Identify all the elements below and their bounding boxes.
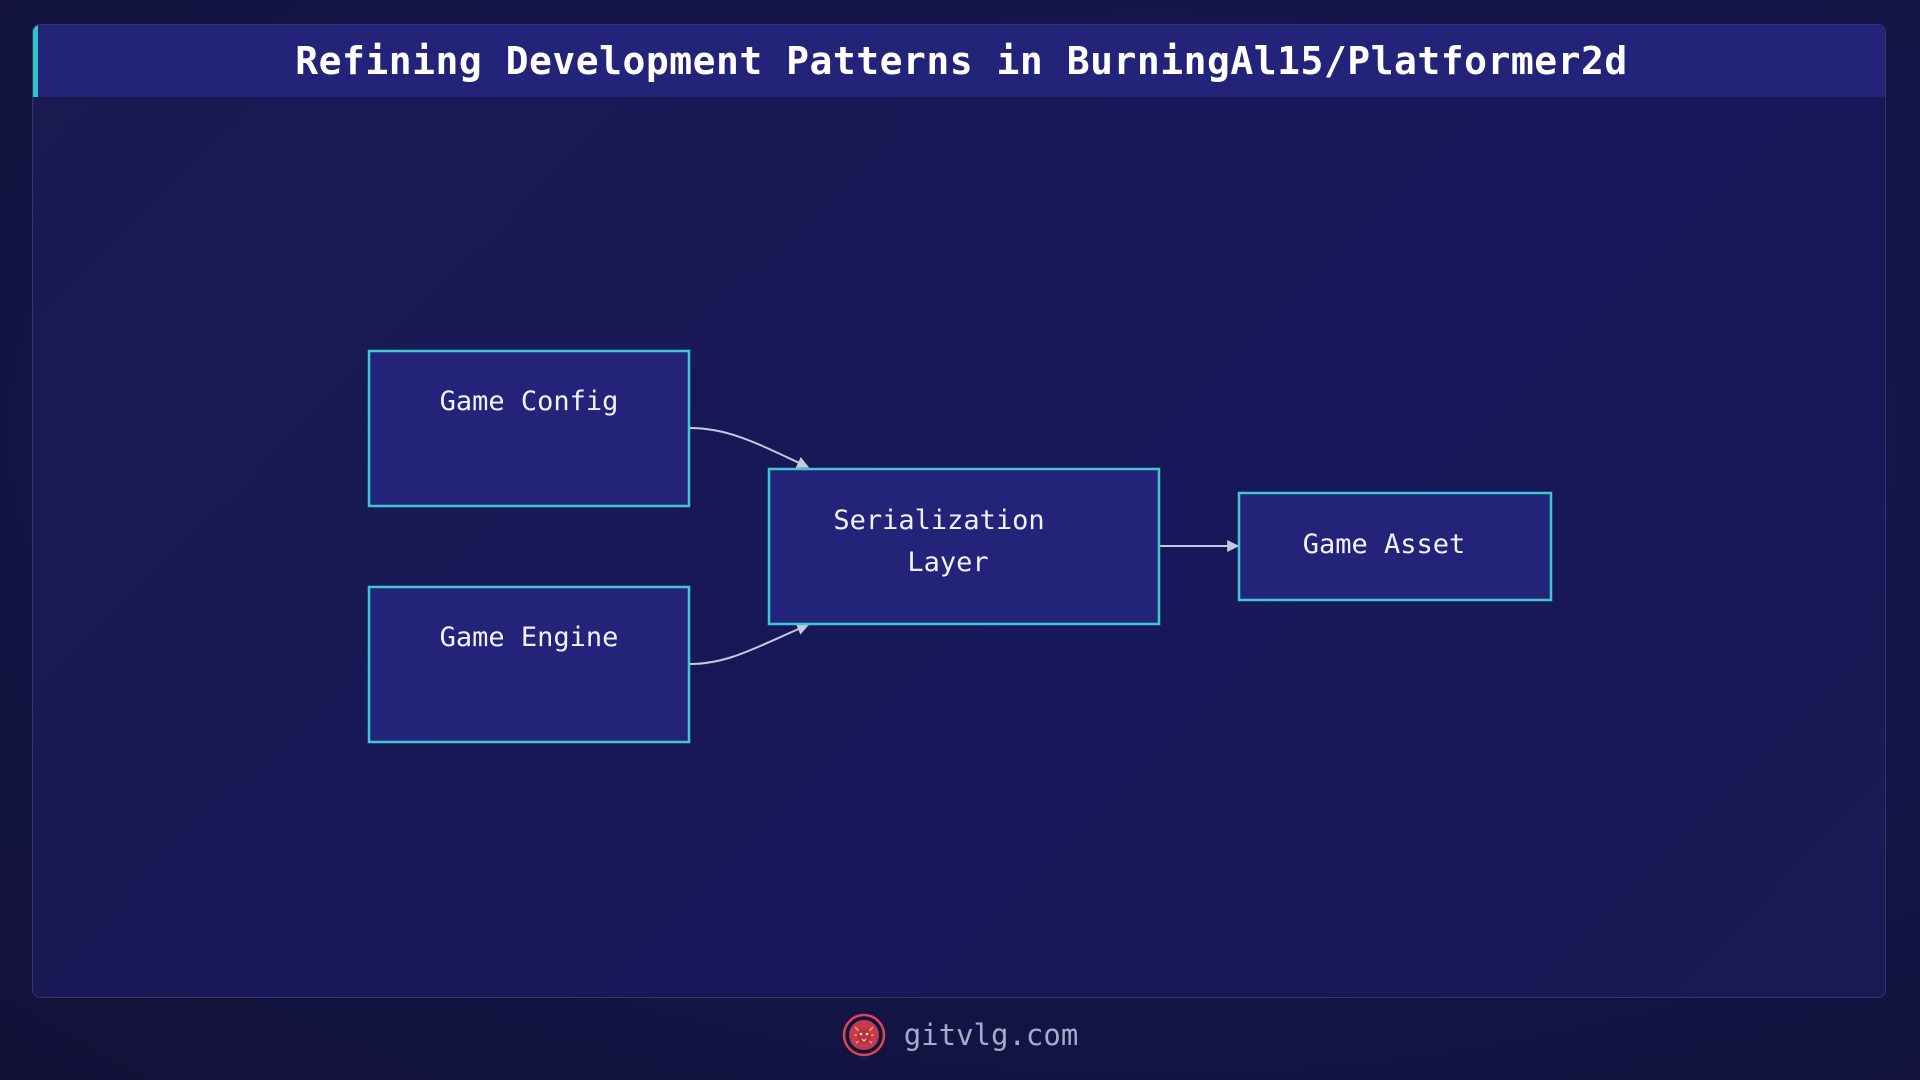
footer: gitvlg.com (0, 1010, 1920, 1060)
lion-logo-icon (842, 1013, 885, 1057)
flow-diagram: Game Config Game Engine Serialization La… (367, 349, 1553, 744)
node-game-config: Game Config (367, 349, 691, 508)
node-game-config-label: Game Config (440, 386, 619, 417)
page: Refining Development Patterns in Burning… (0, 0, 1920, 1080)
footer-site-link[interactable]: gitvlg.com (904, 1018, 1079, 1052)
node-serialization-label-line1: Serialization (833, 505, 1044, 536)
node-serialization-layer: Serialization Layer (767, 467, 1161, 626)
node-game-engine: Game Engine (367, 585, 691, 744)
node-game-engine-box (367, 585, 691, 744)
node-game-asset: Game Asset (1237, 491, 1553, 602)
edge-config-to-serialization (689, 427, 810, 468)
node-game-asset-label: Game Asset (1303, 529, 1466, 560)
edge-engine-to-serialization (689, 623, 810, 665)
node-serialization-label-line2: Layer (907, 547, 988, 578)
node-game-engine-label: Game Engine (440, 622, 619, 653)
node-game-config-box (367, 349, 691, 508)
